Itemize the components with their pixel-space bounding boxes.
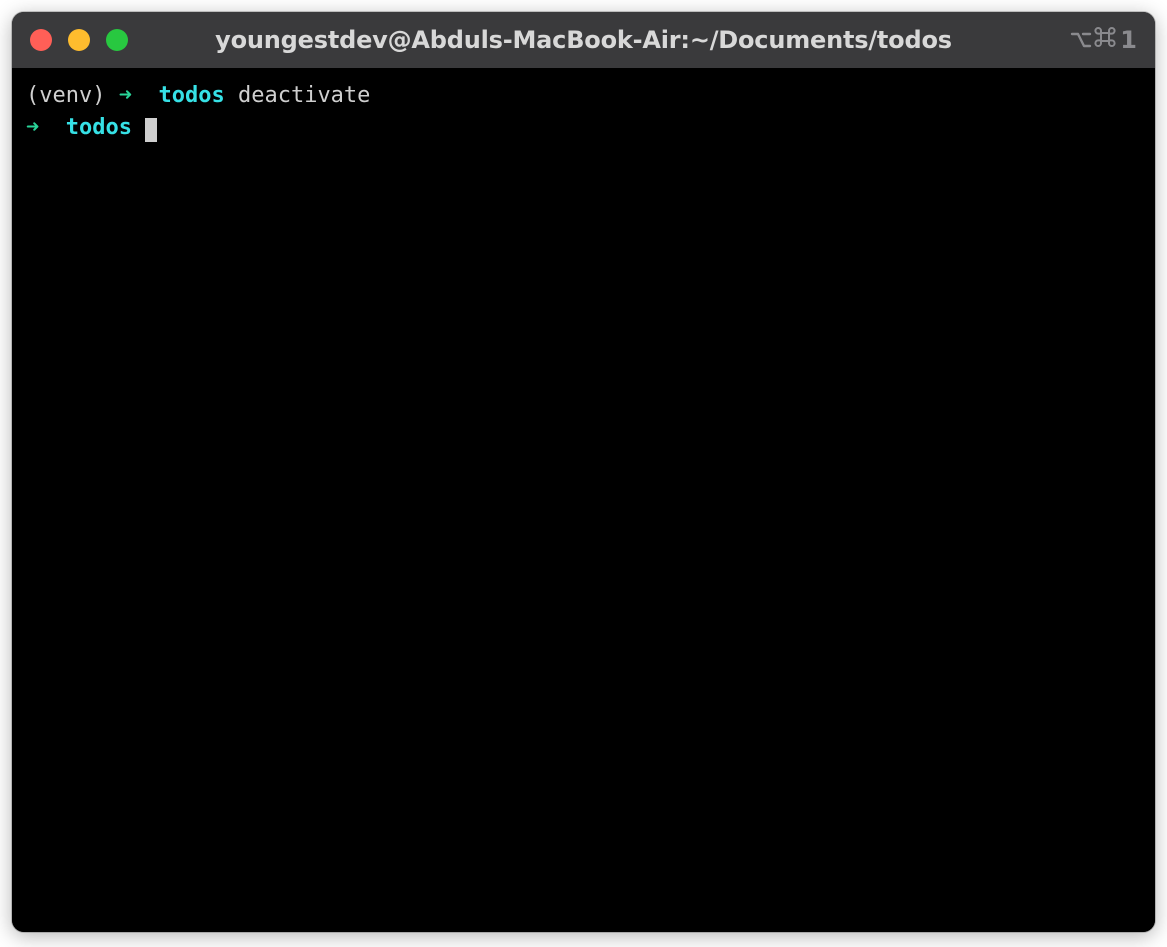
terminal-line: ➜ todos [26, 112, 1141, 144]
maximize-button[interactable] [106, 29, 128, 51]
virtualenv-indicator: (venv) [26, 83, 105, 108]
pane-number: 1 [1120, 26, 1137, 54]
prompt-directory: todos [66, 115, 132, 140]
command-key-icon [1094, 26, 1116, 54]
window-controls [30, 29, 128, 51]
terminal-line: (venv) ➜ todos deactivate [26, 80, 1141, 112]
window-title: youngestdev@Abduls-MacBook-Air:~/Documen… [215, 26, 952, 54]
minimize-button[interactable] [68, 29, 90, 51]
terminal-body[interactable]: (venv) ➜ todos deactivate ➜ todos [12, 68, 1155, 932]
terminal-window: youngestdev@Abduls-MacBook-Air:~/Documen… [12, 12, 1155, 932]
prompt-arrow-icon: ➜ [26, 115, 39, 140]
command-text: deactivate [238, 83, 370, 108]
prompt-directory: todos [158, 83, 224, 108]
prompt-arrow-icon: ➜ [119, 83, 132, 108]
close-button[interactable] [30, 29, 52, 51]
option-key-icon [1070, 29, 1092, 51]
pane-indicator: 1 [1070, 26, 1137, 54]
cursor-icon [145, 118, 157, 142]
titlebar[interactable]: youngestdev@Abduls-MacBook-Air:~/Documen… [12, 12, 1155, 68]
